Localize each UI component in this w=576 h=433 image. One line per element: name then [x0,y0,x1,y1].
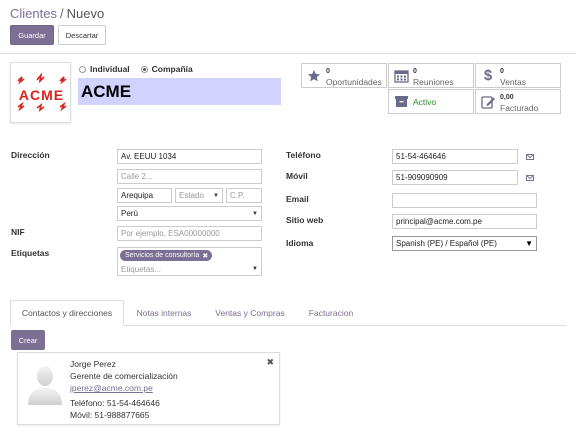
language-label: Idioma [286,238,314,248]
phone-input[interactable]: 51-54-464646 [392,149,518,164]
dollar-icon: $ [483,67,493,84]
create-contact-button[interactable]: Crear [11,330,45,350]
calendar-icon [393,68,409,84]
logo-text: ACME [19,87,64,103]
radio-individual[interactable] [79,65,86,73]
contact-avatar [25,361,65,405]
star-icon [306,68,322,84]
company-logo[interactable]: ACME [10,62,71,123]
active-label: Activo [413,96,437,107]
vat-input[interactable]: Por ejemplo, ESA00000000 [117,226,262,241]
chevron-down-icon: ▼ [525,239,533,248]
street-input[interactable]: Av. EEUU 1034 [117,149,262,164]
discard-button[interactable]: Descartar [58,25,106,45]
tag-remove-icon[interactable]: ✖ [202,252,208,260]
address-label: Dirección [11,150,50,160]
chevron-down-icon: ▼ [252,211,258,217]
tag-consulting-services[interactable]: Servicios de consultoría ✖ [120,250,213,261]
breadcrumb-link-clientes[interactable]: Clientes [10,6,57,21]
company-type-selector: Individual Compañía [79,64,193,74]
country-value: Perú [121,209,138,218]
contact-email-link[interactable]: jperez@acme.com.pe [70,383,153,393]
tab-invoicing[interactable]: Facturacion [298,300,364,326]
save-button[interactable]: Guardar [10,25,54,45]
website-label: Sitio web [286,215,324,225]
tab-contacts-addresses[interactable]: Contactos y direcciones [10,300,124,326]
invoiced-amount: 0,00 [500,93,514,101]
tag-label: Servicios de consultoría [125,252,200,259]
chevron-down-icon: ▼ [213,193,219,199]
state-placeholder: Estado [179,191,204,200]
vat-label: NIF [11,227,25,237]
website-input[interactable]: principal@acme.com.pe [392,214,537,229]
phone-label: Teléfono [286,150,321,160]
radio-individual-label: Individual [90,64,130,74]
tab-sales-purchases[interactable]: Ventas y Compras [206,300,294,326]
language-value: Spanish (PE) / Español (PE) [396,239,497,248]
email-input[interactable] [392,193,537,208]
breadcrumb-separator: / [59,6,64,21]
chevron-down-icon: ▼ [252,266,258,272]
contact-card[interactable]: Jorge Perez Gerente de comercialización … [17,352,280,425]
contact-name: Jorge Perez [70,359,116,369]
zip-input[interactable]: C.P. [226,188,262,203]
radio-company[interactable] [140,65,148,73]
breadcrumb-current: Nuevo [66,6,105,21]
mobile-input[interactable]: 51-909090909 [392,170,518,185]
opportunities-count: 0 [326,67,330,75]
sales-label: Ventas [500,76,526,87]
partner-name-input[interactable]: ACME [78,78,281,105]
smart-button-active[interactable]: Activo [388,89,474,114]
close-icon[interactable]: ✖ [266,357,274,368]
street2-input[interactable]: Calle 2... [117,169,262,184]
tab-internal-notes[interactable]: Notas internas [126,300,202,326]
opportunities-label: Oportunidades [326,76,382,87]
city-input[interactable]: Arequipa [117,188,172,203]
contact-phone: Teléfono: 51-54-464646 [70,398,160,408]
breadcrumb: Clientes / Nuevo [10,6,104,21]
tags-placeholder: Etiquetas... [121,265,162,274]
smart-button-opportunities[interactable]: 0 Oportunidades [301,63,387,88]
contact-mobile: Móvil: 51-988877665 [70,410,150,420]
archive-icon [393,94,409,110]
smart-button-sales[interactable]: $ 0 Ventas [475,63,561,88]
control-panel: Clientes / Nuevo Guardar Descartar [0,0,576,54]
smart-button-meetings[interactable]: 0 Reuniones [388,63,474,88]
meetings-label: Reuniones [413,76,454,87]
invoice-edit-icon [480,94,496,110]
language-select[interactable]: Spanish (PE) / Español (PE) ▼ [392,236,537,251]
contact-function: Gerente de comercialización [70,371,178,381]
tags-label: Etiquetas [11,248,50,258]
person-placeholder-icon [28,366,62,405]
email-label: Email [286,194,309,204]
notebook-tabs: Contactos y direcciones Notas internas V… [10,300,566,326]
radio-company-label: Compañía [151,64,193,74]
state-select[interactable]: Estado ▼ [175,188,223,203]
mobile-label: Móvil [286,171,308,181]
invoiced-label: Facturado [500,102,539,113]
sales-count: 0 [500,67,504,75]
country-select[interactable]: Perú ▼ [117,206,262,221]
acme-logo-icon: ACME [17,72,67,112]
sms-envelope-icon[interactable] [525,173,535,183]
meetings-count: 0 [413,67,417,75]
sms-envelope-icon[interactable] [525,152,535,162]
smart-button-invoiced[interactable]: 0,00 Facturado [475,89,561,114]
